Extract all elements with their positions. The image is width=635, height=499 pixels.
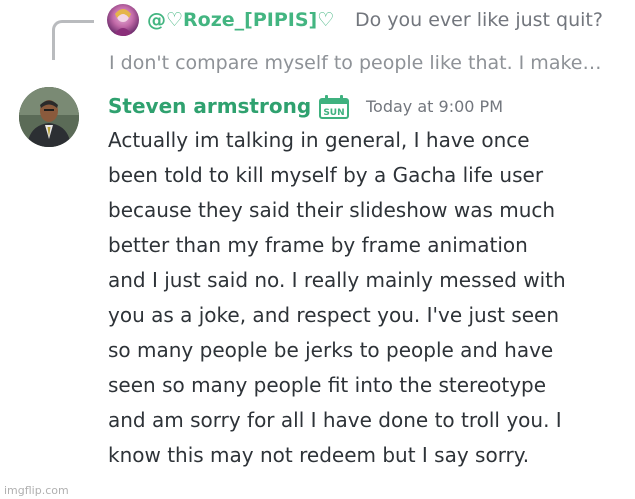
message-line: and I just said no. I really mainly mess… [108,268,566,292]
message-line: Actually im talking in general, I have o… [108,128,530,152]
reply-preview-text[interactable]: Do you ever like just quit? [355,9,603,31]
reply-author-avatar[interactable] [107,4,139,36]
message-line: know this may not redeem but I say sorry… [108,443,530,467]
message-line: because they said their slideshow was mu… [108,198,556,222]
message-line: so many people be jerks to people and ha… [108,338,554,362]
message-line: seen so many people fit into the stereot… [108,373,547,397]
message-timestamp: Today at 9:00 PM [366,97,503,116]
message-author-name[interactable]: Steven armstrong [108,94,311,118]
calendar-badge-text: SUN [323,108,344,118]
message-line: been told to kill myself by a Gacha life… [108,163,544,187]
watermark: imgflip.com [4,484,69,497]
calendar-icon: SUN [318,94,352,120]
author-avatar[interactable] [19,87,79,147]
message-line: better than my frame by frame animation [108,233,528,257]
reply-connector-line [52,20,94,60]
message-line: you as a joke, and respect you. I've jus… [108,303,560,327]
message-line: and am sorry for all I have done to trol… [108,408,562,432]
previous-message-text: I don't compare myself to people like th… [109,52,602,74]
reply-author-name[interactable]: @♡Roze_[PIPIS]♡ [147,9,334,31]
